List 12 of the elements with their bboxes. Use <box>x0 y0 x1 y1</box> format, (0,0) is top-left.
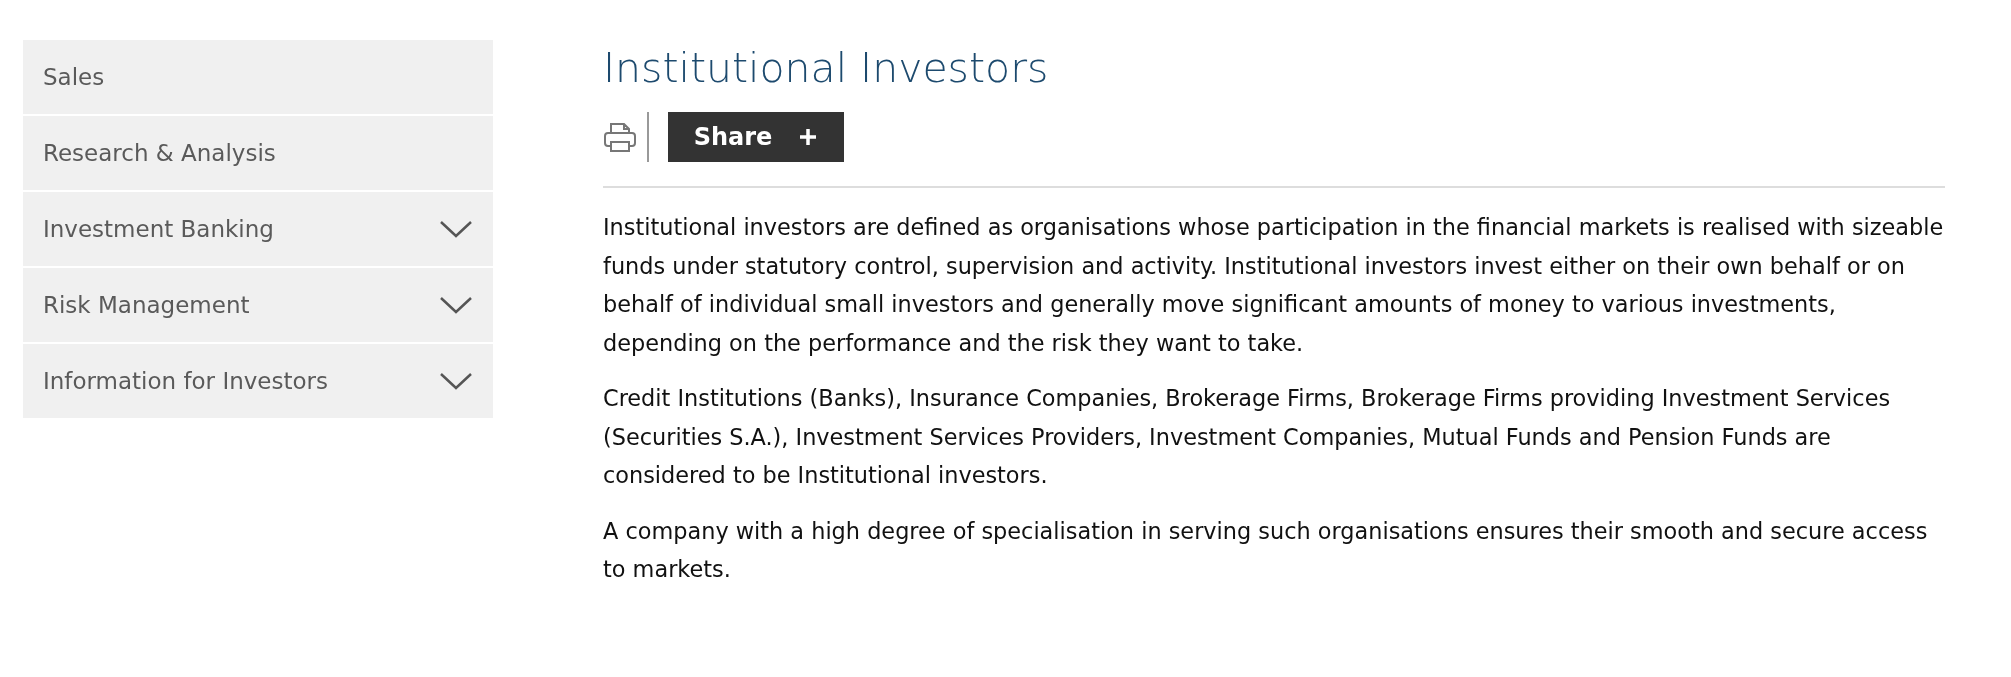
paragraph: Credit Institutions (Banks), Insurance Companies, Brokerage Firms, Brokerage Firms providing Investment Services (Securities S.A.), Investment Services Providers, Investment Companies, Mutual Funds and Pension Funds are considered to be Institutional investors. <box>603 384 1892 490</box>
sidebar-item[interactable]: Research & Analysis <box>23 116 493 190</box>
sidebar-item[interactable]: Risk Management <box>23 268 493 342</box>
sidebar-item[interactable]: Investment Banking <box>23 192 493 266</box>
page-title: Institutional Investors <box>603 43 1050 94</box>
plus-icon <box>798 127 819 147</box>
print-icon[interactable] <box>603 121 637 153</box>
sidebar-item[interactable]: Sales <box>23 40 493 114</box>
share-button[interactable]: Share <box>668 112 844 162</box>
paragraph: Institutional investors are defined as organisations whose participation in the financial markets is realised with sizeable funds under statutory control, supervision and activity. Institutional investors invest either on their own behalf or on behalf of individual small investors and generally move significant amounts of money to various investments, depending on the performance and the risk they want to take. <box>603 213 1945 358</box>
sidebar-item[interactable]: Information for Investors <box>23 344 493 418</box>
paragraph: A company with a high degree of specialisation in serving such organisations ensures their smooth and secure access to markets. <box>603 516 1929 584</box>
